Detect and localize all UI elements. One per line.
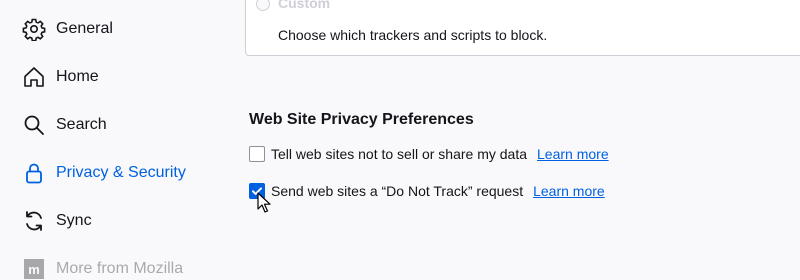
sidebar-item-home[interactable]: Home (20, 60, 99, 94)
sidebar-item-general[interactable]: General (20, 12, 113, 46)
sidebar-item-search[interactable]: Search (20, 108, 107, 142)
dnt-option-row: Send web sites a “Do Not Track” request … (249, 181, 605, 201)
gpc-learn-more-link[interactable]: Learn more (537, 146, 609, 162)
sidebar: General Home Search Privacy & Security S… (0, 0, 220, 280)
section-title: Web Site Privacy Preferences (249, 111, 474, 128)
mozilla-icon: m (20, 255, 48, 280)
sidebar-item-label: Search (56, 116, 107, 133)
dnt-checkbox-label[interactable]: Send web sites a “Do Not Track” request (271, 183, 523, 199)
sidebar-item-privacy-security[interactable]: Privacy & Security (20, 156, 186, 190)
gear-icon (20, 15, 48, 43)
custom-tracking-box[interactable]: Custom Choose which trackers and scripts… (245, 0, 800, 56)
custom-radio[interactable] (256, 0, 270, 11)
mouse-cursor-icon (257, 192, 271, 213)
sidebar-item-label: Home (56, 68, 99, 85)
sidebar-item-sync[interactable]: Sync (20, 204, 92, 238)
sidebar-item-label: General (56, 20, 113, 37)
dnt-learn-more-link[interactable]: Learn more (533, 183, 605, 199)
svg-text:m: m (28, 262, 40, 277)
home-icon (20, 63, 48, 91)
sidebar-item-label: Privacy & Security (56, 164, 186, 181)
sync-icon (20, 207, 48, 235)
settings-page: General Home Search Privacy & Security S… (0, 0, 800, 280)
custom-description: Choose which trackers and scripts to blo… (278, 27, 548, 43)
main-content: Custom Choose which trackers and scripts… (245, 0, 800, 280)
search-icon (20, 111, 48, 139)
sidebar-item-label: More from Mozilla (56, 260, 184, 277)
lock-icon (20, 159, 48, 187)
sidebar-item-label: Sync (56, 212, 92, 229)
gpc-checkbox-label[interactable]: Tell web sites not to sell or share my d… (271, 146, 527, 162)
gpc-option-row: Tell web sites not to sell or share my d… (249, 144, 609, 164)
sidebar-item-more-from-mozilla[interactable]: m More from Mozilla (20, 252, 183, 280)
gpc-checkbox[interactable] (249, 146, 265, 162)
custom-radio-label: Custom (278, 0, 331, 11)
